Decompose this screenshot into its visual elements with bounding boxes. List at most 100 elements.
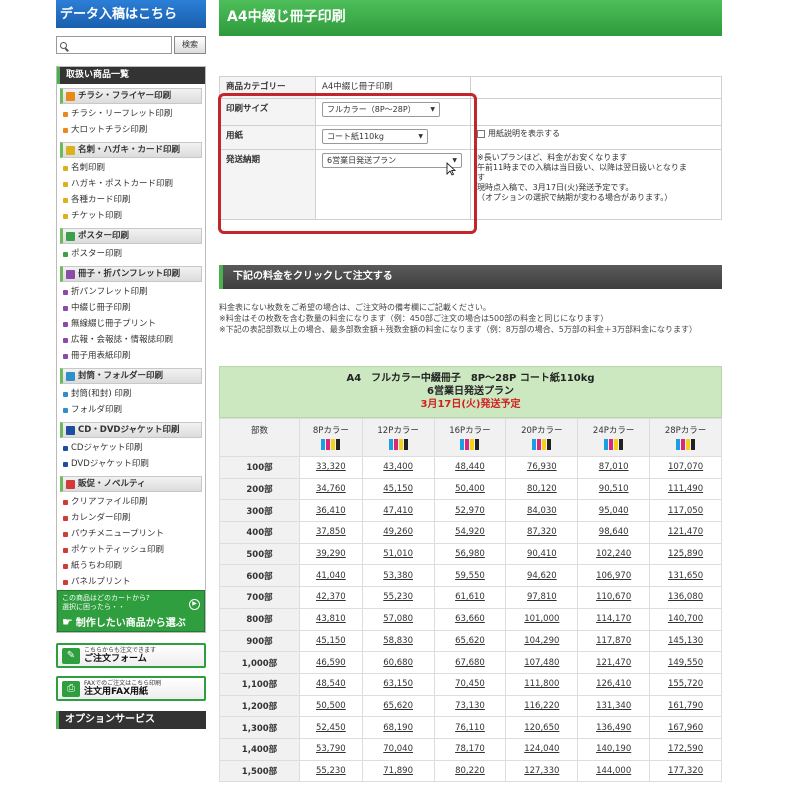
price-link[interactable]: 65,620 [361,694,435,718]
category-header[interactable]: 名刺・ハガキ・カード印刷 [60,142,202,158]
price-link[interactable]: 145,130 [649,629,722,653]
price-link[interactable]: 48,440 [433,456,507,479]
price-link[interactable]: 47,410 [361,499,435,523]
price-link[interactable]: 117,050 [649,499,722,523]
price-link[interactable]: 43,810 [299,607,363,631]
price-link[interactable]: 48,540 [299,672,363,696]
price-link[interactable]: 110,670 [577,586,651,609]
price-link[interactable]: 94,620 [505,564,579,588]
price-link[interactable]: 76,110 [433,716,507,739]
sidebar-item[interactable]: DVDジャケット印刷 [57,456,205,472]
price-link[interactable]: 39,290 [299,542,363,566]
sidebar-item[interactable]: 冊子用表紙印刷 [57,348,205,364]
search-button[interactable]: 検索 [174,36,206,54]
price-link[interactable]: 53,790 [299,737,363,761]
price-link[interactable]: 70,040 [361,737,435,761]
price-link[interactable]: 70,450 [433,672,507,696]
price-link[interactable]: 167,960 [649,716,722,739]
sidebar-item[interactable]: チケット印刷 [57,208,205,224]
price-link[interactable]: 102,240 [577,542,651,566]
sidebar-item[interactable]: 折パンフレット印刷 [57,284,205,300]
price-link[interactable]: 34,760 [299,477,363,501]
delivery-select[interactable]: 6営業日発送プラン ▼ [322,153,462,168]
price-link[interactable]: 59,550 [433,564,507,588]
price-link[interactable]: 111,490 [649,477,722,501]
search-input[interactable] [70,38,171,52]
price-link[interactable]: 97,810 [505,586,579,609]
sidebar-item[interactable]: ハガキ・ポストカード印刷 [57,176,205,192]
price-link[interactable]: 52,450 [299,716,363,739]
price-link[interactable]: 121,470 [577,651,651,674]
price-link[interactable]: 95,040 [577,499,651,523]
price-link[interactable]: 50,400 [433,477,507,501]
price-link[interactable]: 87,320 [505,521,579,544]
price-link[interactable]: 106,970 [577,564,651,588]
size-select[interactable]: フルカラー（8P〜28P） ▼ [322,102,440,117]
price-link[interactable]: 131,340 [577,694,651,718]
price-link[interactable]: 116,220 [505,694,579,718]
price-link[interactable]: 107,480 [505,651,579,674]
price-link[interactable]: 80,220 [433,759,507,783]
price-link[interactable]: 65,620 [433,629,507,653]
price-link[interactable]: 127,330 [505,759,579,783]
sidebar-item[interactable]: 名刺印刷 [57,160,205,176]
price-link[interactable]: 161,790 [649,694,722,718]
sidebar-item[interactable]: 各種カード印刷 [57,192,205,208]
price-link[interactable]: 114,170 [577,607,651,631]
price-link[interactable]: 54,920 [433,521,507,544]
price-link[interactable]: 87,010 [577,456,651,479]
price-link[interactable]: 140,700 [649,607,722,631]
price-link[interactable]: 136,490 [577,716,651,739]
sidebar-item[interactable]: ポケットティッシュ印刷 [57,542,205,558]
price-link[interactable]: 84,030 [505,499,579,523]
sidebar-item[interactable]: フォルダ印刷 [57,402,205,418]
price-link[interactable]: 52,970 [433,499,507,523]
price-link[interactable]: 90,410 [505,542,579,566]
price-link[interactable]: 80,120 [505,477,579,501]
price-link[interactable]: 90,510 [577,477,651,501]
price-link[interactable]: 120,650 [505,716,579,739]
price-link[interactable]: 45,150 [299,629,363,653]
price-link[interactable]: 50,500 [299,694,363,718]
sidebar-item[interactable]: CDジャケット印刷 [57,440,205,456]
price-link[interactable]: 53,380 [361,564,435,588]
price-link[interactable]: 41,040 [299,564,363,588]
price-link[interactable]: 155,720 [649,672,722,696]
price-link[interactable]: 177,320 [649,759,722,783]
price-link[interactable]: 60,680 [361,651,435,674]
price-link[interactable]: 58,830 [361,629,435,653]
choose-product-banner[interactable]: この商品はどのカートから? 選択に困ったら・・ ☛ 制作したい商品から選ぶ ▶ [57,590,205,632]
sidebar-item[interactable]: 大ロットチラシ印刷 [57,122,205,138]
sidebar-item[interactable]: カレンダー印刷 [57,510,205,526]
sidebar-item[interactable]: パウチメニュープリント [57,526,205,542]
sidebar-item[interactable]: 紙うちわ印刷 [57,558,205,574]
price-link[interactable]: 121,470 [649,521,722,544]
price-link[interactable]: 140,190 [577,737,651,761]
price-link[interactable]: 36,410 [299,499,363,523]
price-link[interactable]: 111,800 [505,672,579,696]
price-link[interactable]: 57,080 [361,607,435,631]
sidebar-item[interactable]: チラシ・リーフレット印刷 [57,106,205,122]
price-link[interactable]: 104,290 [505,629,579,653]
paper-desc-checkbox[interactable] [477,129,485,138]
price-link[interactable]: 46,590 [299,651,363,674]
paper-select[interactable]: コート紙110kg ▼ [322,129,428,144]
price-link[interactable]: 42,370 [299,586,363,609]
fax-form-button[interactable]: ⎙ FAXでのご注文はこちら印刷 注文用FAX用紙 [56,676,206,701]
category-header[interactable]: 冊子・折パンフレット印刷 [60,266,202,282]
price-link[interactable]: 149,550 [649,651,722,674]
category-header[interactable]: 封筒・フォルダー印刷 [60,368,202,384]
sidebar-item[interactable]: ポスター印刷 [57,246,205,262]
sidebar-item[interactable]: パネルプリント [57,574,205,590]
price-link[interactable]: 61,610 [433,586,507,609]
price-link[interactable]: 63,150 [361,672,435,696]
price-link[interactable]: 63,660 [433,607,507,631]
sidebar-item[interactable]: 無線綴じ冊子プリント [57,316,205,332]
price-link[interactable]: 78,170 [433,737,507,761]
price-link[interactable]: 98,640 [577,521,651,544]
price-link[interactable]: 172,590 [649,737,722,761]
sidebar-item[interactable]: 中綴じ冊子印刷 [57,300,205,316]
price-link[interactable]: 76,930 [505,456,579,479]
price-link[interactable]: 43,400 [361,456,435,479]
price-link[interactable]: 117,870 [577,629,651,653]
